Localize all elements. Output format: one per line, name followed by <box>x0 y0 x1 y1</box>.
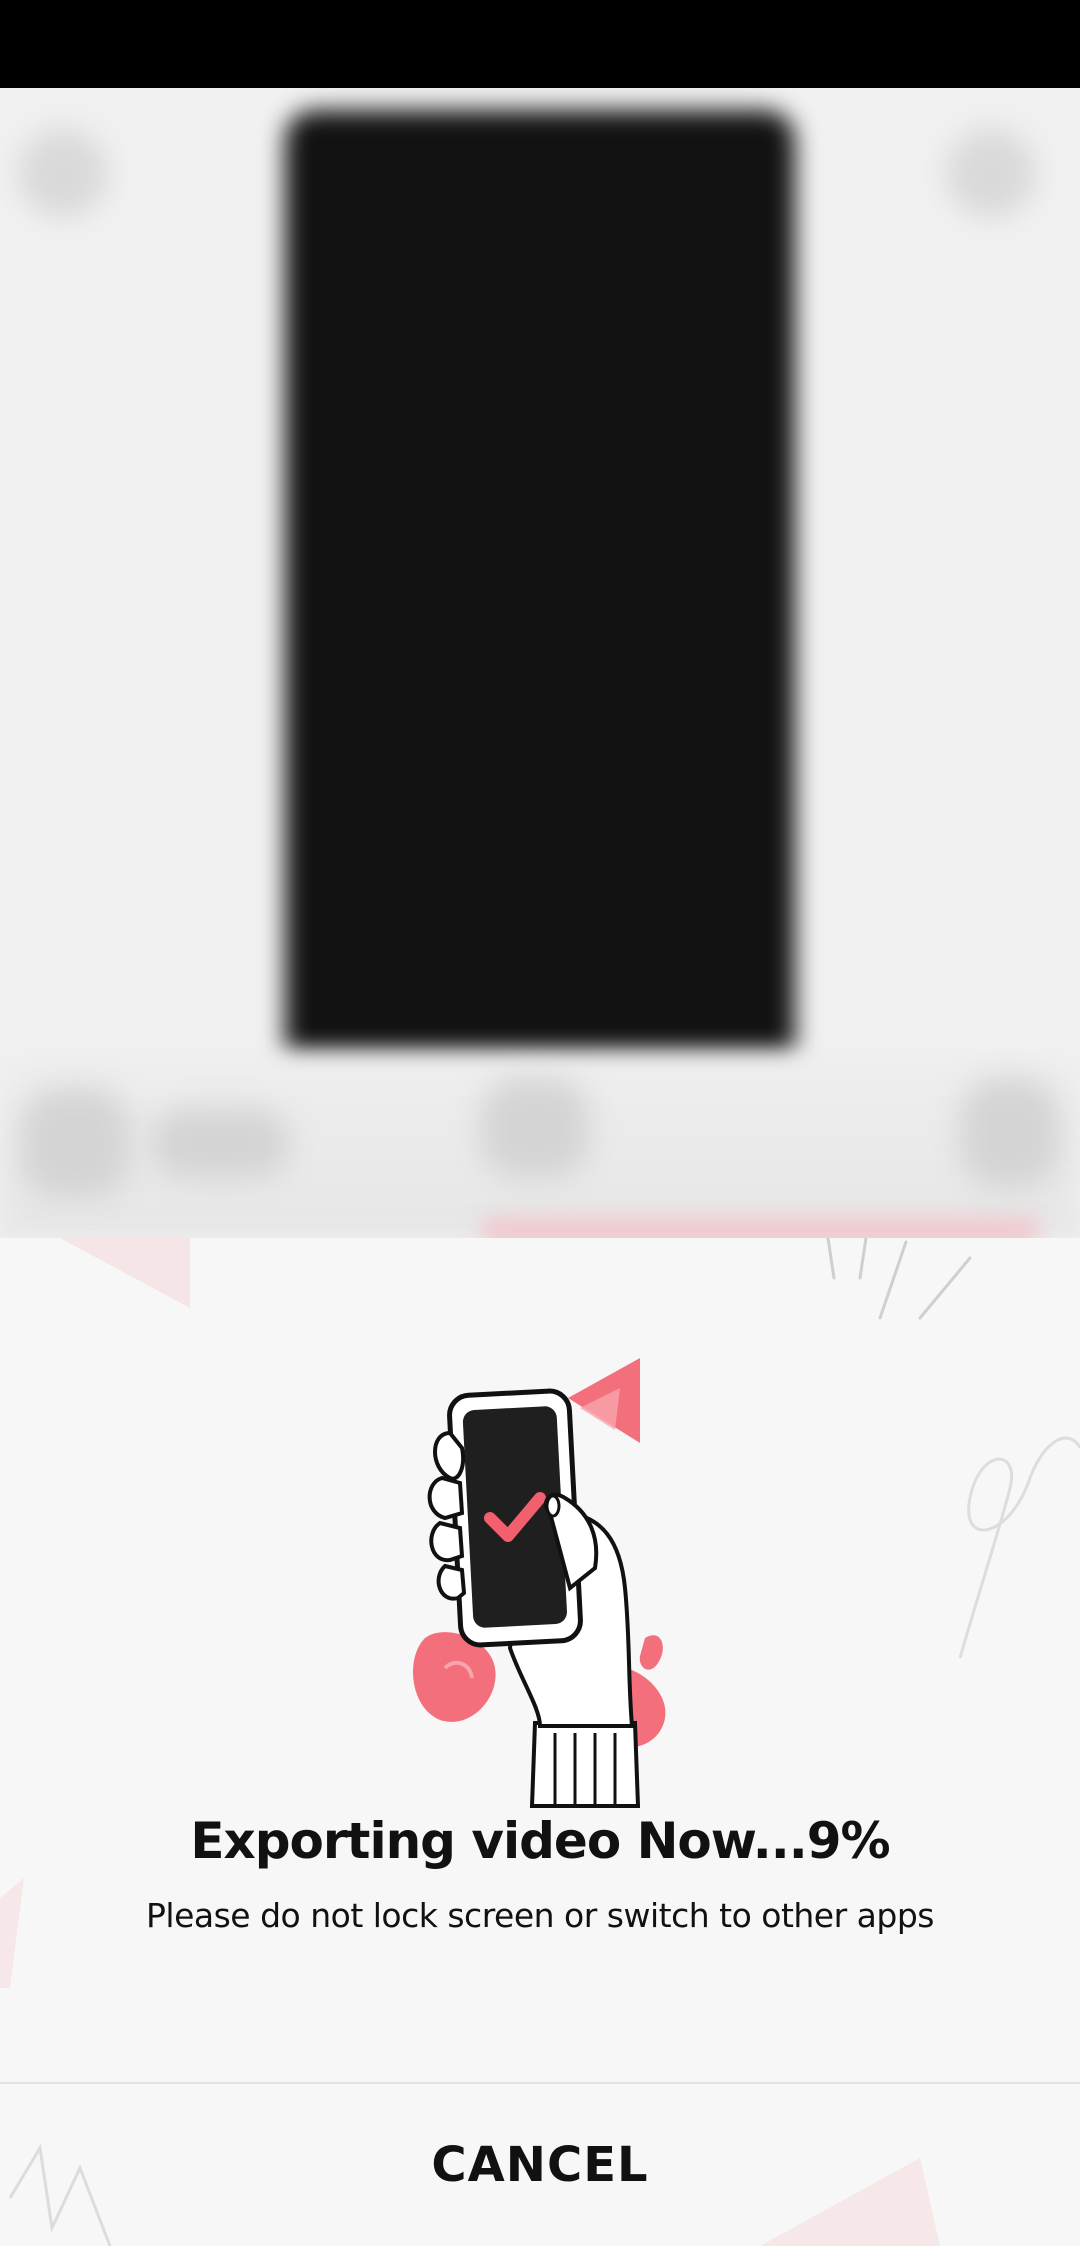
toolbar-chip-blurred <box>480 1078 590 1178</box>
export-progress-title: Exporting video Now...9% <box>190 1812 890 1870</box>
decorative-squiggle-icon <box>958 1436 1080 1659</box>
toolbar-chip-blurred <box>150 1108 290 1178</box>
export-warning-text: Please do not lock screen or switch to o… <box>146 1896 934 1935</box>
decorative-triangle-icon <box>60 1238 190 1308</box>
timeline-blurred <box>480 1218 1040 1238</box>
cancel-button[interactable]: CANCEL <box>0 2084 1080 2246</box>
menu-button-blurred <box>946 128 1036 218</box>
phone-in-hand-illustration <box>413 1358 666 1808</box>
toolbar-chip-blurred <box>960 1078 1060 1188</box>
video-preview-background <box>0 88 1080 1238</box>
video-frame <box>285 110 795 1110</box>
status-bar <box>0 0 1080 88</box>
toolbar-chip-blurred <box>20 1088 130 1198</box>
export-progress-dialog: Exporting video Now...9% Please do not l… <box>0 1238 1080 2246</box>
back-button-blurred <box>18 128 108 218</box>
decorative-lines-icon <box>826 1238 972 1320</box>
